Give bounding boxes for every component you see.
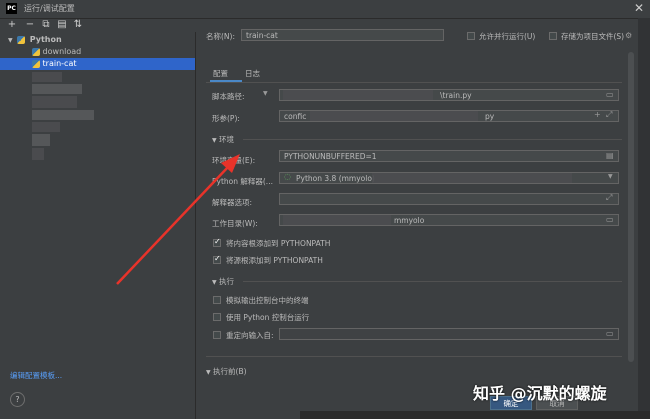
- arrow-shaft: [116, 165, 230, 285]
- annotation-arrow: [116, 154, 240, 285]
- bottom-strip: [300, 411, 650, 419]
- watermark: 知乎 @沉默的螺旋: [473, 384, 607, 403]
